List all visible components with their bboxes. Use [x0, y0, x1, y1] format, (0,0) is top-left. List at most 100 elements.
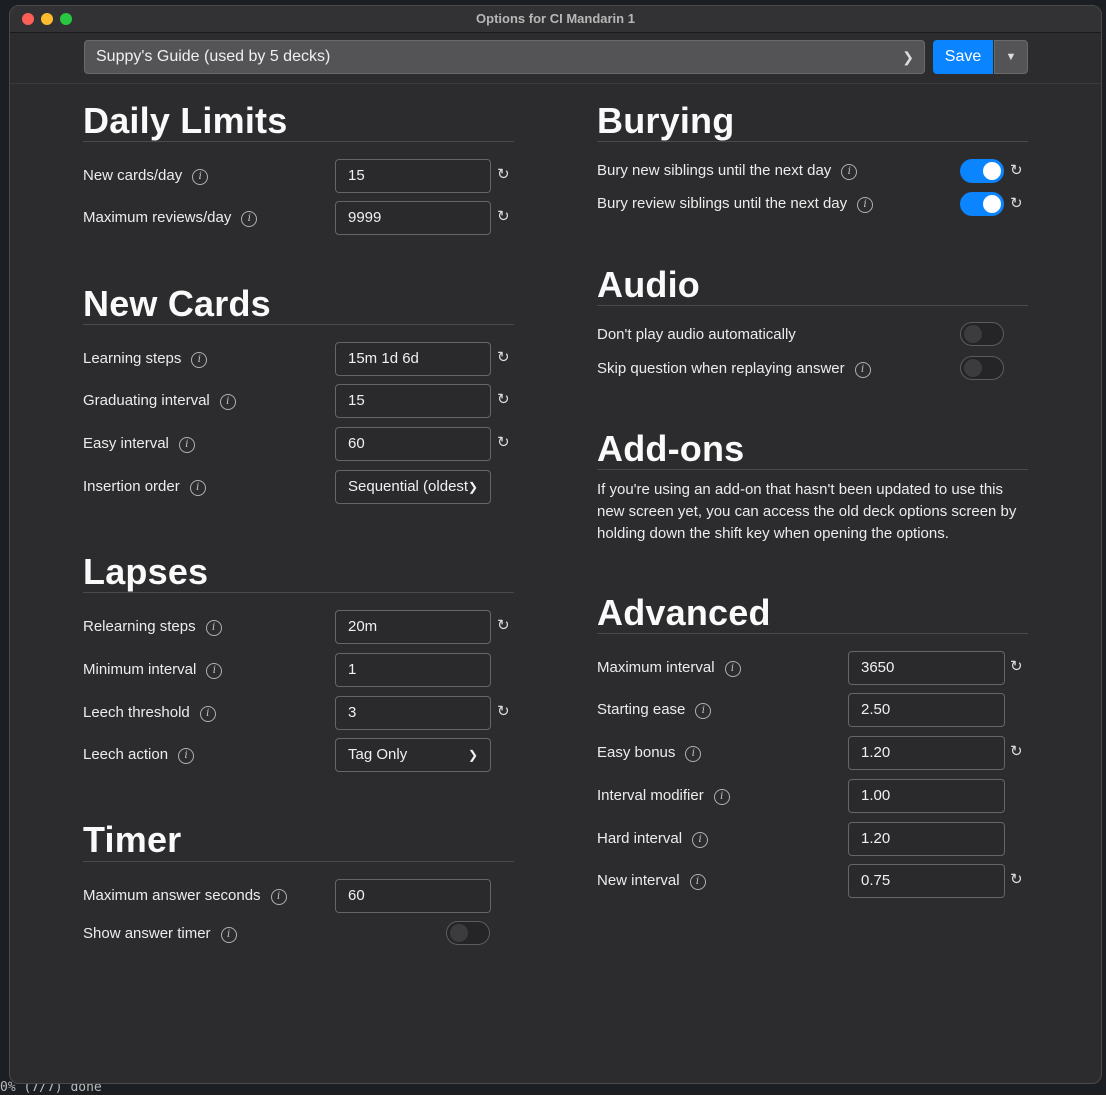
bury-new-label: Bury new siblings until the next day i [597, 162, 858, 180]
skip-question-toggle[interactable] [960, 356, 1004, 380]
preset-select-value: Suppy's Guide (used by 5 decks) [96, 48, 331, 65]
bury-review-toggle[interactable] [960, 192, 1004, 216]
toggle-knob [983, 162, 1001, 180]
new-cards-per-day-input[interactable]: 15 [335, 159, 491, 193]
leech-threshold-input[interactable]: 3 [335, 696, 491, 730]
reset-icon[interactable]: ↻ [1010, 161, 1023, 179]
learning-steps-input[interactable]: 15m 1d 6d [335, 342, 491, 376]
leech-action-label: Leech action i [83, 746, 195, 764]
info-icon[interactable]: i [695, 703, 712, 719]
leech-action-value: Tag Only [348, 746, 408, 763]
reset-icon[interactable]: ↻ [497, 702, 510, 720]
section-title-timer: Timer [83, 819, 182, 860]
section-title-lapses: Lapses [83, 551, 209, 592]
insertion-order-select[interactable]: Sequential (oldest ❯ [335, 470, 491, 504]
info-icon[interactable]: i [241, 211, 258, 227]
info-icon[interactable]: i [724, 661, 741, 677]
section-title-advanced: Advanced [597, 592, 771, 633]
leech-action-select[interactable]: Tag Only ❯ [335, 738, 491, 772]
new-interval-input[interactable]: 0.75 [848, 864, 1005, 898]
graduating-interval-input[interactable]: 15 [335, 384, 491, 418]
chevron-down-icon: ❯ [467, 480, 478, 494]
interval-modifier-input[interactable]: 1.00 [848, 779, 1005, 813]
info-icon[interactable]: i [219, 394, 236, 410]
section-title-addons: Add-ons [597, 428, 745, 469]
info-icon[interactable]: i [199, 706, 216, 722]
info-icon[interactable]: i [713, 789, 730, 805]
toggle-knob [983, 195, 1001, 213]
minimum-interval-label: Minimum interval i [83, 661, 223, 679]
learning-steps-label: Learning steps i [83, 350, 208, 368]
section-divider [597, 469, 1028, 470]
bury-new-toggle[interactable] [960, 159, 1004, 183]
reset-icon[interactable]: ↻ [497, 207, 510, 225]
minimum-interval-input[interactable]: 1 [335, 653, 491, 687]
starting-ease-label: Starting ease i [597, 701, 712, 719]
save-options-dropdown[interactable]: ▼ [994, 40, 1028, 74]
no-autoplay-label: Don't play audio automatically [597, 326, 796, 343]
show-answer-timer-toggle[interactable] [446, 921, 490, 945]
section-divider [83, 861, 514, 862]
info-icon[interactable]: i [689, 874, 706, 890]
no-autoplay-toggle[interactable] [960, 322, 1004, 346]
info-icon[interactable]: i [220, 927, 237, 943]
relearning-steps-input[interactable]: 20m [335, 610, 491, 644]
section-title-burying: Burying [597, 100, 735, 141]
info-icon[interactable]: i [854, 362, 871, 378]
reset-icon[interactable]: ↻ [1010, 742, 1023, 760]
chevron-down-icon: ❯ [902, 49, 914, 65]
chevron-down-icon: ❯ [467, 748, 478, 762]
reset-icon[interactable]: ↻ [497, 616, 510, 634]
reset-icon[interactable]: ↻ [1010, 870, 1023, 888]
info-icon[interactable]: i [178, 437, 195, 453]
max-answer-seconds-input[interactable]: 60 [335, 879, 491, 913]
insertion-order-label: Insertion order i [83, 478, 206, 496]
info-icon[interactable]: i [178, 748, 195, 764]
graduating-interval-label: Graduating interval i [83, 392, 236, 410]
starting-ease-input[interactable]: 2.50 [848, 693, 1005, 727]
toolbar: Suppy's Guide (used by 5 decks) ❯ Save ▼ [10, 33, 1101, 84]
leech-threshold-label: Leech threshold i [83, 704, 216, 722]
reset-icon[interactable]: ↻ [1010, 194, 1023, 212]
info-icon[interactable]: i [685, 746, 702, 762]
section-divider [83, 141, 514, 142]
section-title-audio: Audio [597, 264, 700, 305]
max-reviews-per-day-input[interactable]: 9999 [335, 201, 491, 235]
info-icon[interactable]: i [857, 197, 874, 213]
maximum-interval-input[interactable]: 3650 [848, 651, 1005, 685]
toggle-knob [964, 359, 982, 377]
easy-bonus-input[interactable]: 1.20 [848, 736, 1005, 770]
maximum-interval-label: Maximum interval i [597, 659, 741, 677]
info-icon[interactable]: i [205, 620, 222, 636]
section-title-daily-limits: Daily Limits [83, 100, 288, 141]
toggle-knob [964, 325, 982, 343]
section-divider [597, 141, 1028, 142]
hard-interval-input[interactable]: 1.20 [848, 822, 1005, 856]
info-icon[interactable]: i [692, 832, 709, 848]
reset-icon[interactable]: ↻ [497, 165, 510, 183]
caret-down-icon: ▼ [1005, 51, 1017, 63]
relearning-steps-label: Relearning steps i [83, 618, 222, 636]
reset-icon[interactable]: ↻ [1010, 657, 1023, 675]
reset-icon[interactable]: ↻ [497, 433, 510, 451]
section-divider [597, 305, 1028, 306]
easy-interval-input[interactable]: 60 [335, 427, 491, 461]
title-bar: Options for CI Mandarin 1 [10, 6, 1101, 33]
info-icon[interactable]: i [189, 480, 206, 496]
info-icon[interactable]: i [206, 663, 223, 679]
save-button[interactable]: Save [933, 40, 993, 74]
preset-select[interactable]: Suppy's Guide (used by 5 decks) ❯ [84, 40, 925, 74]
new-interval-label: New interval i [597, 872, 706, 890]
show-answer-timer-label: Show answer timer i [83, 925, 237, 943]
info-icon[interactable]: i [841, 164, 858, 180]
reset-icon[interactable]: ↻ [497, 390, 510, 408]
reset-icon[interactable]: ↻ [497, 348, 510, 366]
insertion-order-value: Sequential (oldest [348, 478, 469, 495]
info-icon[interactable]: i [191, 352, 208, 368]
deck-options-window: Options for CI Mandarin 1 Suppy's Guide … [9, 5, 1102, 1084]
info-icon[interactable]: i [270, 889, 287, 905]
interval-modifier-label: Interval modifier i [597, 787, 730, 805]
section-divider [597, 633, 1028, 634]
info-icon[interactable]: i [192, 169, 209, 185]
max-reviews-per-day-label: Maximum reviews/day i [83, 209, 258, 227]
